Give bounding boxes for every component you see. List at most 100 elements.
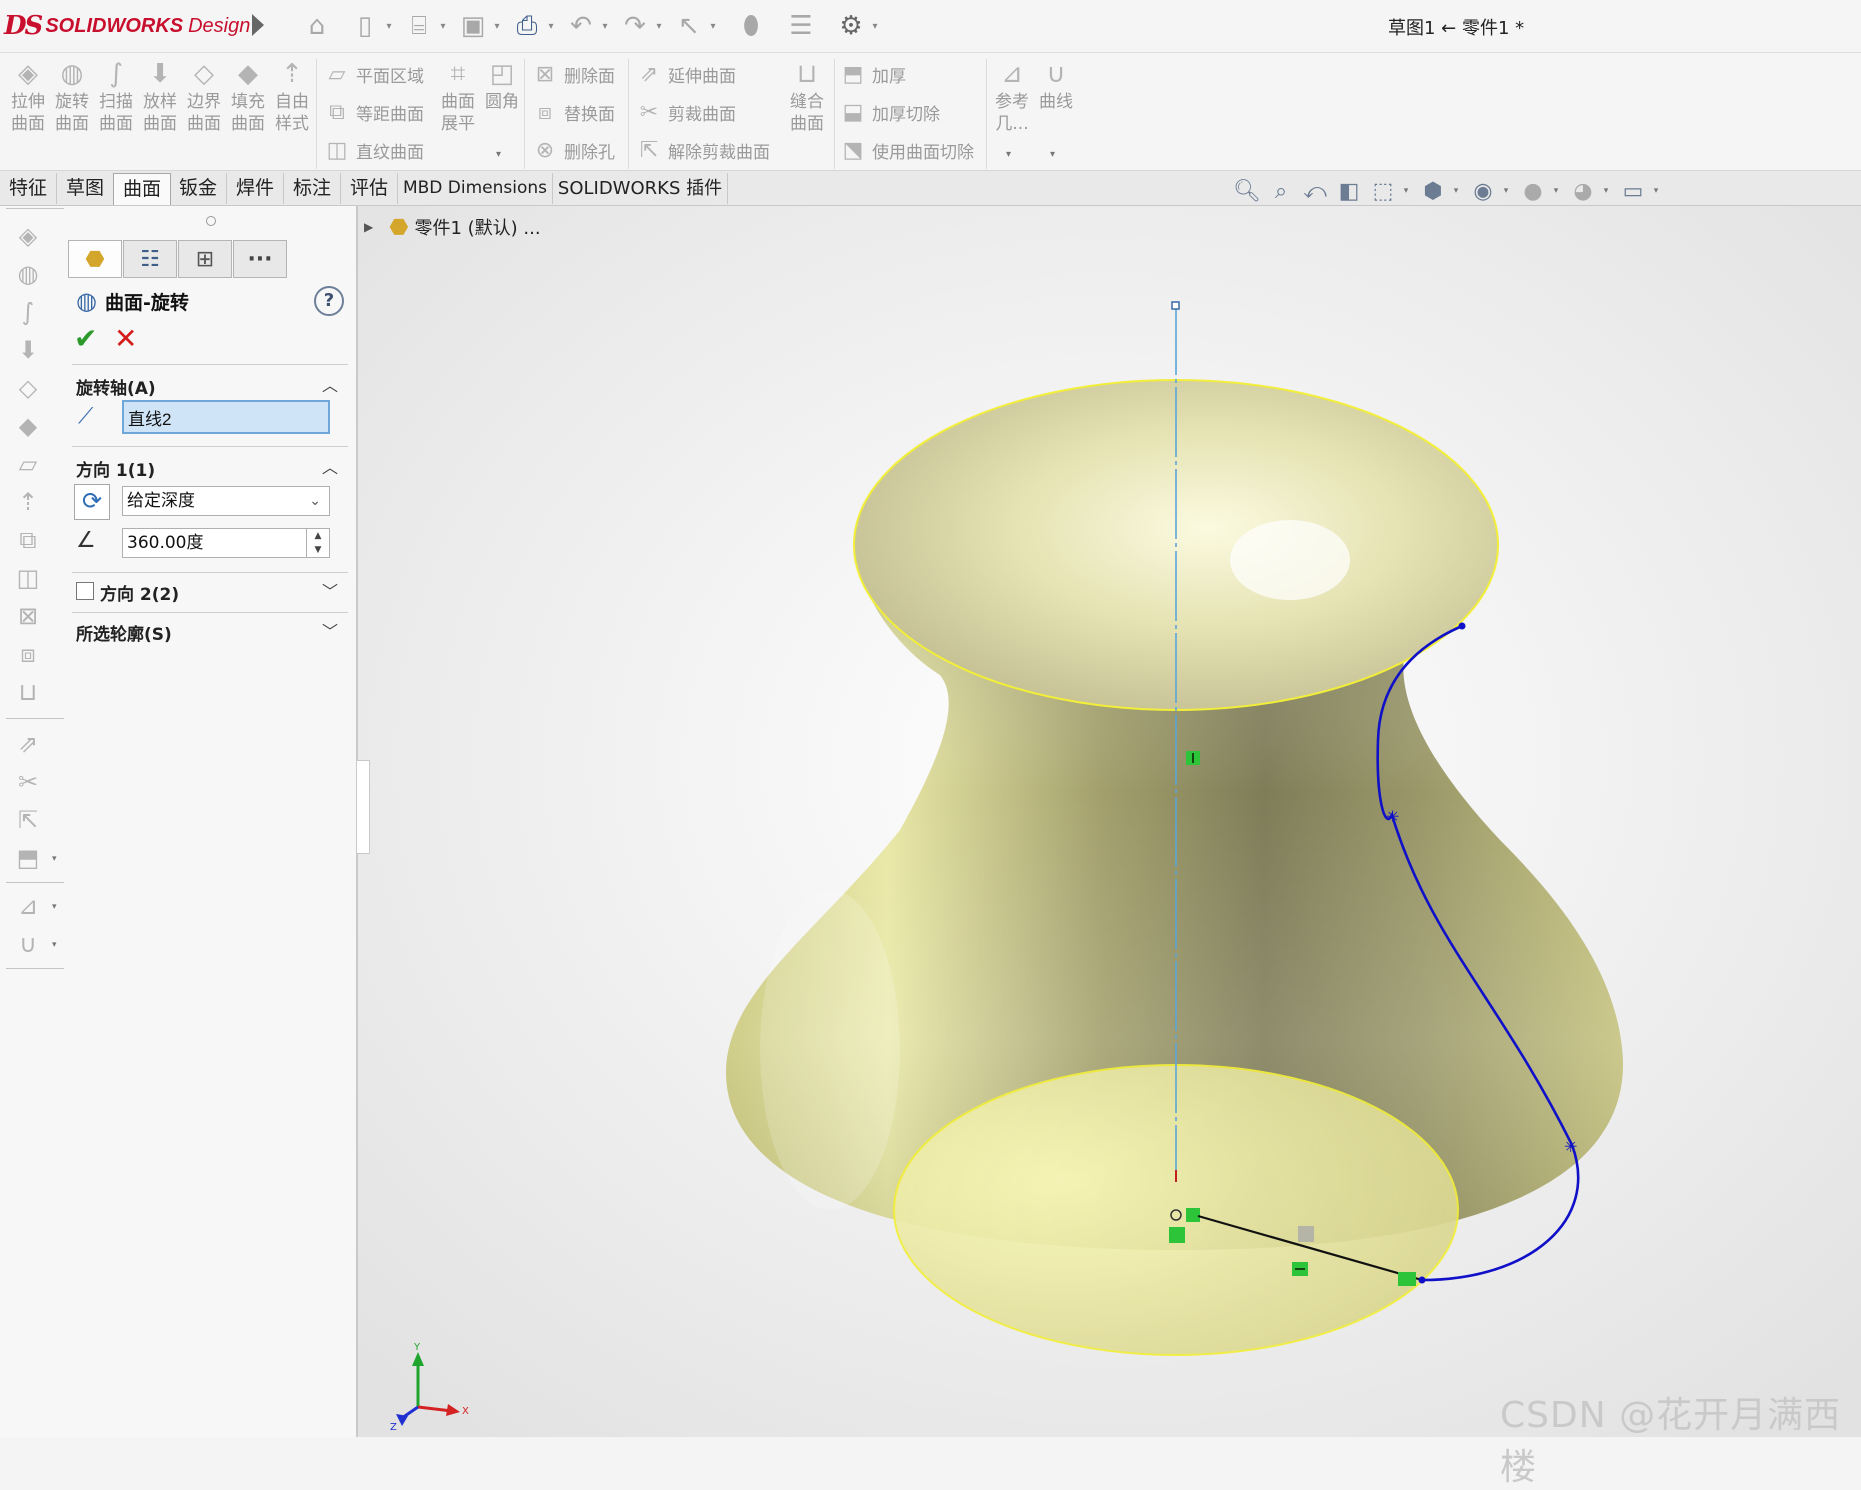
spline-endpoint[interactable]	[1418, 1276, 1426, 1284]
swept-surface-button[interactable]: ∫ 扫描 曲面	[94, 57, 138, 135]
tab-mbd-dimensions[interactable]: MBD Dimensions	[398, 173, 553, 204]
chevron-down-icon[interactable]: ▾	[1550, 186, 1562, 196]
tab-annotation[interactable]: 标注	[284, 173, 341, 204]
coincident-relation-marker[interactable]	[1186, 1208, 1200, 1222]
edit-appearance-icon[interactable]: ◕	[1566, 174, 1600, 208]
revolved-surface-icon[interactable]: ◍	[8, 260, 48, 294]
swept-surface-icon[interactable]: ∫	[8, 298, 48, 332]
chevron-down-icon[interactable]: ▾	[1450, 186, 1462, 196]
save-icon[interactable]: ▣	[456, 9, 490, 43]
panel-grip[interactable]	[206, 216, 216, 226]
feature-manager-tab[interactable]: ⬣	[68, 240, 122, 278]
angle-spinner[interactable]: ▲ ▼	[306, 529, 329, 557]
chevron-down-icon[interactable]: ▾	[52, 940, 57, 950]
expand-arrow-icon[interactable]: ▶	[364, 220, 373, 234]
chevron-down-icon[interactable]: ▾	[1500, 186, 1512, 196]
redo-icon[interactable]: ↷	[618, 9, 652, 43]
offset-surface-button[interactable]: ⧉ 等距曲面	[322, 95, 424, 129]
ruled-surface-button[interactable]: ◫ 直纹曲面	[322, 133, 424, 167]
panel-collapse-handle[interactable]	[357, 760, 370, 854]
chevron-down-icon[interactable]: ▾	[496, 149, 501, 160]
offset-surface-icon[interactable]: ⧉	[8, 526, 48, 560]
boundary-surface-button[interactable]: ◇ 边界 曲面	[182, 57, 226, 135]
rotation-axis-field[interactable]	[122, 400, 330, 434]
chevron-down-icon[interactable]: ▾	[382, 21, 396, 32]
delete-face-icon[interactable]: ⊠	[8, 602, 48, 636]
chevron-down-icon[interactable]: ▾	[598, 21, 612, 32]
select-icon[interactable]: ↖	[672, 9, 706, 43]
chevron-up-icon[interactable]: ︿	[322, 454, 338, 478]
tangent-relation-marker[interactable]	[1398, 1272, 1416, 1286]
options-icon[interactable]: ⚙	[834, 9, 868, 43]
axis-section-header[interactable]: 旋转轴(A)	[76, 374, 156, 399]
chevron-down-icon[interactable]: ▾	[1600, 186, 1612, 196]
chevron-up-icon[interactable]: ︿	[322, 372, 338, 396]
planar-surface-button[interactable]: ▱ 平面区域	[322, 57, 424, 91]
extruded-surface-icon[interactable]: ◈	[8, 222, 48, 256]
reference-geometry-button[interactable]: ⊿ 参考 几...	[990, 57, 1034, 135]
configuration-manager-tab[interactable]: ⊞	[178, 240, 232, 278]
spline-point-marker[interactable]: ✳	[1386, 807, 1399, 826]
menu-expand-arrow-icon[interactable]	[252, 14, 264, 36]
chevron-down-icon[interactable]: ▾	[52, 902, 57, 912]
tab-features[interactable]: 特征	[0, 173, 57, 204]
chevron-down-icon[interactable]: ▾	[1050, 149, 1055, 160]
print-icon[interactable]: ⎙	[510, 9, 544, 43]
tab-sketch[interactable]: 草图	[57, 173, 114, 204]
undo-icon[interactable]: ↶	[564, 9, 598, 43]
end-condition-select[interactable]: 给定深度 ⌄	[122, 486, 330, 516]
tab-solidworks-addins[interactable]: SOLIDWORKS 插件	[553, 173, 728, 204]
delete-face-button[interactable]: ⊠ 删除面	[530, 57, 615, 91]
thicken-icon[interactable]: ⬒	[8, 844, 48, 878]
extend-surface-button[interactable]: ⇗ 延伸曲面	[634, 57, 736, 91]
chevron-down-icon[interactable]: ▾	[868, 21, 882, 32]
rebuild-icon[interactable]: ⬮	[734, 9, 768, 43]
open-icon[interactable]: ⌸	[402, 9, 436, 43]
surface-flatten-button[interactable]: ⌗ 曲面 展平	[436, 57, 480, 135]
fillet-button[interactable]: ◰ 圆角	[480, 57, 524, 113]
reverse-direction-button[interactable]: ⟳	[74, 484, 110, 520]
view-settings-icon[interactable]: ▭	[1616, 174, 1650, 208]
display-style-icon[interactable]: ◉	[1466, 174, 1500, 208]
chevron-down-icon[interactable]: ▾	[544, 21, 558, 32]
angle-field[interactable]: 360.00度 ▲ ▼	[122, 528, 330, 558]
dimension-handle[interactable]	[1298, 1226, 1314, 1242]
graphics-area[interactable]: ✳ ✳ Y X Z	[358, 206, 1861, 1437]
freeform-icon[interactable]: ⇡	[8, 488, 48, 522]
chevron-down-icon[interactable]: ▾	[436, 21, 450, 32]
chevron-down-icon[interactable]: ﹀	[322, 578, 338, 602]
extend-surface-icon[interactable]: ⇗	[8, 730, 48, 764]
revolved-surface-button[interactable]: ◍ 旋转 曲面	[50, 57, 94, 135]
spline-point-marker[interactable]: ✳	[1564, 1137, 1577, 1156]
hide-show-items-icon[interactable]: ●	[1516, 174, 1550, 208]
cut-with-surface-button[interactable]: ⬔ 使用曲面切除	[838, 133, 974, 167]
view-orientation-icon[interactable]: ⬢	[1416, 174, 1450, 208]
replace-face-button[interactable]: ⧈ 替换面	[530, 95, 615, 129]
freeform-button[interactable]: ⇡ 自由 样式	[270, 57, 314, 135]
fix-relation-marker[interactable]	[1169, 1227, 1185, 1243]
chevron-down-icon[interactable]: ▾	[52, 854, 57, 864]
lofted-surface-button[interactable]: ⬇ 放样 曲面	[138, 57, 182, 135]
ruled-surface-icon[interactable]: ◫	[8, 564, 48, 598]
extruded-surface-button[interactable]: ◈ 拉伸 曲面	[6, 57, 50, 135]
delete-hole-button[interactable]: ⊗ 删除孔	[530, 133, 615, 167]
chevron-down-icon[interactable]: ▾	[1650, 186, 1662, 196]
more-tabs-button[interactable]: ···	[233, 240, 287, 278]
model-view[interactable]: ✳ ✳ Y X Z	[358, 206, 1861, 1437]
tree-root-label[interactable]: 零件1 (默认) ...	[414, 214, 540, 240]
knit-surface-icon[interactable]: ⊔	[8, 678, 48, 712]
trim-surface-button[interactable]: ✂ 剪裁曲面	[634, 95, 736, 129]
chevron-down-icon[interactable]: ▾	[1400, 186, 1412, 196]
tab-weldments[interactable]: 焊件	[227, 173, 284, 204]
ok-button[interactable]: ✔	[74, 322, 97, 355]
direction2-section-header[interactable]: 方向 2(2)	[100, 580, 179, 605]
help-button[interactable]: ?	[314, 286, 344, 316]
tab-surfaces[interactable]: 曲面	[113, 173, 171, 205]
zoom-to-area-icon[interactable]: ⌕	[1264, 174, 1298, 208]
chevron-down-icon[interactable]: ▾	[490, 21, 504, 32]
knit-surface-button[interactable]: ⊔ 缝合 曲面	[784, 57, 830, 135]
previous-view-icon[interactable]: ⤺	[1298, 174, 1332, 208]
trim-surface-icon[interactable]: ✂	[8, 768, 48, 802]
new-document-icon[interactable]: ▯	[348, 9, 382, 43]
file-properties-icon[interactable]: ☰	[784, 9, 818, 43]
